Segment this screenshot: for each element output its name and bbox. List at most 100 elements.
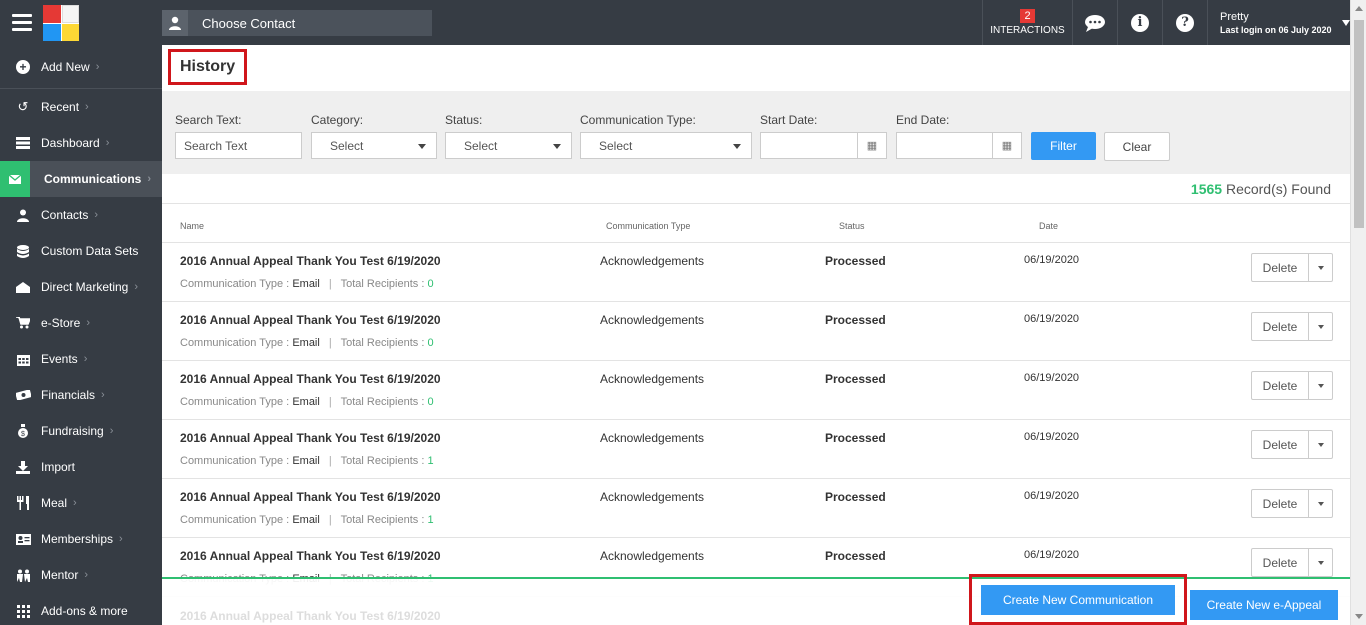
delete-button[interactable]: Delete xyxy=(1252,313,1309,340)
communication-name[interactable]: 2016 Annual Appeal Thank You Test 6/19/2… xyxy=(180,549,441,563)
chevron-right-icon: › xyxy=(147,173,152,185)
delete-dropdown-toggle[interactable] xyxy=(1309,313,1332,340)
communication-name[interactable]: 2016 Annual Appeal Thank You Test 6/19/2… xyxy=(180,431,441,445)
end-date-input[interactable]: ▦ xyxy=(896,132,1022,159)
sidebar-item-label: Financials xyxy=(41,388,96,402)
hamburger-menu-icon[interactable] xyxy=(12,14,32,31)
communication-name[interactable]: 2016 Annual Appeal Thank You Test 6/19/2… xyxy=(180,254,441,268)
communication-name[interactable]: 2016 Annual Appeal Thank You Test 6/19/2… xyxy=(180,313,441,327)
scroll-up-arrow-icon[interactable] xyxy=(1355,6,1363,11)
database-icon xyxy=(14,244,32,258)
sidebar-item-recent[interactable]: ↺ Recent › xyxy=(0,89,162,125)
sidebar-item-addons[interactable]: Add-ons & more xyxy=(0,593,162,625)
communication-name[interactable]: 2016 Annual Appeal Thank You Test 6/19/2… xyxy=(180,372,441,386)
sidebar-item-label: Dashboard xyxy=(41,136,100,150)
sidebar-item-estore[interactable]: e-Store › xyxy=(0,305,162,341)
communication-details: Communication Type : Email | Total Recip… xyxy=(180,337,434,349)
search-text-input[interactable]: Search Text xyxy=(175,132,302,159)
sidebar-item-add-new[interactable]: + Add New › xyxy=(0,45,162,89)
category-select[interactable]: Select xyxy=(311,132,437,159)
status-cell: Processed xyxy=(825,254,886,268)
start-date-input[interactable]: ▦ xyxy=(760,132,887,159)
interactions-count-badge: 2 xyxy=(1020,9,1035,23)
scroll-down-arrow-icon[interactable] xyxy=(1355,614,1363,619)
choose-contact-input[interactable]: Choose Contact xyxy=(162,10,432,36)
sidebar-item-contacts[interactable]: Contacts › xyxy=(0,197,162,233)
comm-type-sub-label: Communication Type : xyxy=(180,337,290,349)
sidebar-item-events[interactable]: Events › xyxy=(0,341,162,377)
calendar-icon xyxy=(14,352,32,366)
table-row[interactable]: 2016 Annual Appeal Thank You Test 6/19/2… xyxy=(162,302,1350,361)
delete-dropdown-toggle[interactable] xyxy=(1309,490,1332,517)
table-row[interactable]: 2016 Annual Appeal Thank You Test 6/19/2… xyxy=(162,361,1350,420)
sidebar-item-dashboard[interactable]: Dashboard › xyxy=(0,125,162,161)
delete-split-button: Delete xyxy=(1251,430,1333,459)
column-header-communication-type[interactable]: Communication Type xyxy=(606,221,690,231)
recipients-count: 0 xyxy=(427,278,434,290)
delete-dropdown-toggle[interactable] xyxy=(1309,372,1332,399)
sidebar-item-direct-marketing[interactable]: Direct Marketing › xyxy=(0,269,162,305)
delete-button[interactable]: Delete xyxy=(1252,431,1309,458)
delete-dropdown-toggle[interactable] xyxy=(1309,254,1332,281)
interactions-button[interactable]: 2 INTERACTIONS xyxy=(982,0,1072,45)
recipients-count: 0 xyxy=(427,337,434,349)
create-new-eappeal-button[interactable]: Create New e-Appeal xyxy=(1190,590,1338,620)
status-select[interactable]: Select xyxy=(445,132,572,159)
help-button[interactable]: ? xyxy=(1162,0,1207,45)
delete-button[interactable]: Delete xyxy=(1252,490,1309,517)
communication-details: Communication Type : Email | Total Recip… xyxy=(180,514,434,526)
app-logo[interactable] xyxy=(43,5,79,41)
filter-button[interactable]: Filter xyxy=(1031,132,1096,160)
sidebar-item-memberships[interactable]: Memberships › xyxy=(0,521,162,557)
comm-type-sub-label: Communication Type : xyxy=(180,396,290,408)
calendar-icon[interactable]: ▦ xyxy=(857,133,886,158)
communication-name[interactable]: 2016 Annual Appeal Thank You Test 6/19/2… xyxy=(180,490,441,504)
start-date-label: Start Date: xyxy=(760,113,818,127)
info-button[interactable]: i xyxy=(1117,0,1162,45)
chevron-right-icon: › xyxy=(95,60,100,73)
table-body: 2016 Annual Appeal Thank You Test 6/19/2… xyxy=(162,243,1350,597)
import-icon xyxy=(14,460,32,474)
scrollbar-thumb[interactable] xyxy=(1354,20,1364,228)
delete-dropdown-toggle[interactable] xyxy=(1309,431,1332,458)
chevron-right-icon: › xyxy=(85,101,89,113)
sidebar-item-fundraising[interactable]: $ Fundraising › xyxy=(0,413,162,449)
page-scrollbar[interactable] xyxy=(1350,0,1366,625)
table-row[interactable]: 2016 Annual Appeal Thank You Test 6/19/2… xyxy=(162,243,1350,302)
column-header-name[interactable]: Name xyxy=(180,221,204,231)
sidebar-item-financials[interactable]: Financials › xyxy=(0,377,162,413)
recipients-count: 0 xyxy=(427,396,434,408)
communication-type-select[interactable]: Select xyxy=(580,132,752,159)
sidebar-item-communications[interactable]: Communications › xyxy=(0,161,162,197)
sidebar-item-meal[interactable]: Meal › xyxy=(0,485,162,521)
calendar-icon[interactable]: ▦ xyxy=(992,133,1021,158)
envelope-icon xyxy=(0,161,30,197)
delete-button[interactable]: Delete xyxy=(1252,372,1309,399)
sidebar-item-label: Custom Data Sets xyxy=(41,244,139,258)
recipients-sub-label: Total Recipients : xyxy=(340,396,425,408)
create-new-communication-button[interactable]: Create New Communication xyxy=(981,585,1175,615)
user-menu[interactable]: Pretty Last login on 06 July 2020 xyxy=(1207,0,1366,45)
help-icon: ? xyxy=(1176,13,1194,32)
column-header-date[interactable]: Date xyxy=(1039,221,1058,231)
last-login-text: Last login on 06 July 2020 xyxy=(1220,24,1332,35)
filter-bar: Search Text: Search Text Category: Selec… xyxy=(162,91,1350,174)
table-row[interactable]: 2016 Annual Appeal Thank You Test 6/19/2… xyxy=(162,420,1350,479)
communication-type-cell: Acknowledgements xyxy=(600,313,705,327)
delete-button[interactable]: Delete xyxy=(1252,549,1309,576)
sidebar-item-import[interactable]: Import xyxy=(0,449,162,485)
date-cell: 06/19/2020 xyxy=(1024,372,1080,384)
table-row[interactable]: 2016 Annual Appeal Thank You Test 6/19/2… xyxy=(162,479,1350,538)
column-header-status[interactable]: Status xyxy=(839,221,865,231)
chat-button[interactable] xyxy=(1072,0,1117,45)
sidebar-item-label: Recent xyxy=(41,100,80,114)
clear-button[interactable]: Clear xyxy=(1104,132,1170,161)
delete-button[interactable]: Delete xyxy=(1252,254,1309,281)
sidebar-item-label: Meal xyxy=(41,496,68,510)
delete-dropdown-toggle[interactable] xyxy=(1309,549,1332,576)
sidebar-item-mentor[interactable]: Mentor › xyxy=(0,557,162,593)
mailbox-icon xyxy=(14,280,32,294)
date-cell: 06/19/2020 xyxy=(1024,254,1080,266)
sidebar: + Add New › ↺ Recent › Dashboard › Commu… xyxy=(0,45,162,625)
sidebar-item-custom-data-sets[interactable]: Custom Data Sets xyxy=(0,233,162,269)
